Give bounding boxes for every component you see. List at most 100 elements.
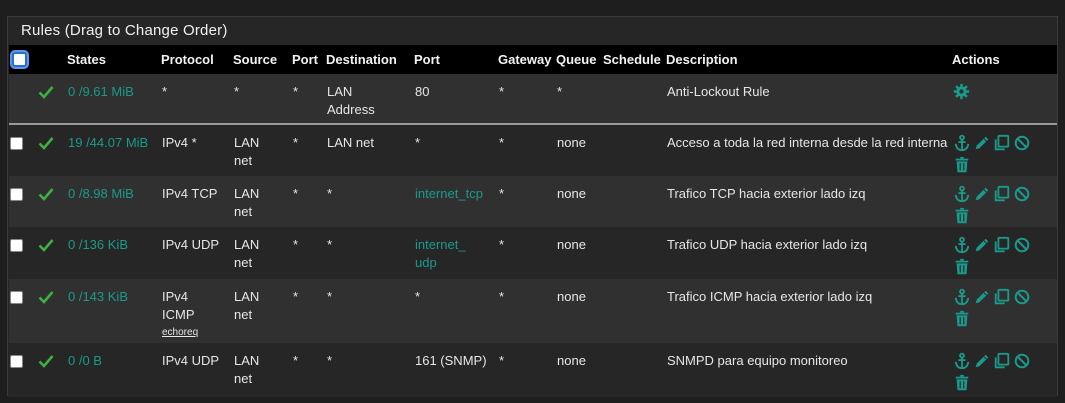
schedule-cell (603, 343, 666, 397)
actions-cell (952, 343, 1057, 397)
table-row[interactable]: 0 /136 KiB IPv4 UDP LAN net * * internet… (9, 227, 1057, 279)
description-cell: Acceso a toda la red interna desde la re… (667, 135, 948, 150)
states-link[interactable]: 0 /9.61 MiB (67, 74, 161, 125)
col-destination[interactable]: Destination (326, 45, 414, 74)
actions-cell (952, 74, 1057, 125)
description-cell: Anti-Lockout Rule (666, 74, 952, 125)
disable-icon[interactable] (1013, 352, 1033, 370)
col-gateway[interactable]: Gateway (498, 45, 556, 74)
rules-table: States Protocol Source Port Destination … (9, 45, 1057, 397)
table-row[interactable]: 0 /9.61 MiB * * * LAN Address 80 * * Ant… (9, 74, 1057, 125)
states-link[interactable]: 0 /136 KiB (67, 227, 161, 279)
states-link[interactable]: 0 /143 KiB (67, 279, 161, 343)
select-all-checkbox[interactable] (12, 51, 27, 67)
anchor-icon[interactable] (953, 185, 973, 203)
destination-line: LAN (327, 84, 353, 99)
anchor-icon[interactable] (953, 236, 973, 254)
col-source-port[interactable]: Port (292, 45, 326, 74)
source-port-cell: * (293, 289, 299, 304)
pencil-icon[interactable] (973, 185, 993, 203)
pass-icon (37, 124, 67, 176)
destination-cell: * (327, 353, 333, 368)
row-select-cell (9, 227, 37, 279)
disable-icon[interactable] (1013, 236, 1033, 254)
col-schedule[interactable]: Schedule (603, 45, 666, 74)
source-cell: * (233, 74, 292, 125)
dest-port-cell: * (415, 289, 421, 304)
protocol-cell: IPv4 * (162, 135, 197, 150)
disable-icon[interactable] (1013, 288, 1033, 306)
source-line: LAN (234, 353, 260, 368)
col-source[interactable]: Source (233, 45, 292, 74)
select-all-cell (9, 45, 37, 74)
pencil-icon[interactable] (973, 134, 993, 152)
actions-cell (952, 176, 1057, 227)
gear-icon[interactable] (953, 83, 973, 101)
gateway-cell: * (499, 289, 505, 304)
row-select-cell (9, 279, 37, 343)
gateway-cell: * (499, 353, 505, 368)
dest-port-alias-link[interactable]: internet_ udp (414, 227, 498, 279)
trash-icon[interactable] (953, 258, 973, 276)
row-checkbox[interactable] (10, 188, 23, 201)
dest-port-line: internet_ (415, 237, 466, 252)
col-queue[interactable]: Queue (556, 45, 603, 74)
source-line: LAN (234, 289, 260, 304)
pencil-icon[interactable] (973, 352, 993, 370)
destination-cell: * (327, 289, 333, 304)
col-protocol[interactable]: Protocol (161, 45, 233, 74)
schedule-cell (603, 176, 666, 227)
destination-line: Address (327, 102, 375, 117)
dest-port-cell: 161 (SNMP) (415, 353, 487, 368)
source-line: LAN (234, 186, 260, 201)
row-checkbox[interactable] (10, 291, 23, 304)
row-checkbox[interactable] (10, 137, 23, 150)
disable-icon[interactable] (1013, 185, 1033, 203)
disable-icon[interactable] (1013, 134, 1033, 152)
pencil-icon[interactable] (973, 288, 993, 306)
schedule-cell (603, 74, 666, 125)
protocol-cell: IPv4 ICMP echoreq (161, 279, 233, 343)
copy-icon[interactable] (993, 185, 1013, 203)
copy-icon[interactable] (993, 352, 1013, 370)
row-checkbox[interactable] (10, 355, 23, 368)
states-link[interactable]: 0 /0 B (67, 343, 161, 397)
copy-icon[interactable] (993, 236, 1013, 254)
anchor-icon[interactable] (953, 288, 973, 306)
description-cell: Trafico TCP hacia exterior lado izq (667, 186, 866, 201)
dest-port-cell: 80 (414, 74, 498, 125)
pass-icon (37, 74, 67, 125)
actions-cell (952, 279, 1057, 343)
trash-icon[interactable] (953, 374, 973, 392)
copy-icon[interactable] (993, 134, 1013, 152)
table-row[interactable]: 19 /44.07 MiB IPv4 * LAN net * LAN net *… (9, 124, 1057, 176)
queue-cell: none (557, 186, 586, 201)
dest-port-line: udp (415, 255, 437, 270)
table-row[interactable]: 0 /143 KiB IPv4 ICMP echoreq LAN net * *… (9, 279, 1057, 343)
states-link[interactable]: 19 /44.07 MiB (67, 124, 161, 176)
states-link[interactable]: 0 /8.98 MiB (67, 176, 161, 227)
table-row[interactable]: 0 /0 B IPv4 UDP LAN net * * 161 (SNMP) *… (9, 343, 1057, 397)
source-cell: LAN net (233, 124, 292, 176)
queue-cell: * (556, 74, 603, 125)
gateway-cell: * (499, 135, 505, 150)
dest-port-cell: * (415, 135, 421, 150)
trash-icon[interactable] (953, 207, 973, 225)
trash-icon[interactable] (953, 310, 973, 328)
icmp-type-label: echoreq (162, 327, 199, 338)
schedule-cell (603, 227, 666, 279)
col-dest-port[interactable]: Port (414, 45, 498, 74)
row-checkbox[interactable] (10, 239, 23, 252)
trash-icon[interactable] (953, 156, 973, 174)
table-row[interactable]: 0 /8.98 MiB IPv4 TCP LAN net * * interne… (9, 176, 1057, 227)
protocol-cell: * (161, 74, 233, 125)
anchor-icon[interactable] (953, 352, 973, 370)
anchor-icon[interactable] (953, 134, 973, 152)
dest-port-alias-link[interactable]: internet_tcp (414, 176, 498, 227)
col-description[interactable]: Description (666, 45, 952, 74)
source-line: LAN (234, 237, 260, 252)
col-states[interactable]: States (67, 45, 161, 74)
table-header-row: States Protocol Source Port Destination … (9, 45, 1057, 74)
copy-icon[interactable] (993, 288, 1013, 306)
pencil-icon[interactable] (973, 236, 993, 254)
